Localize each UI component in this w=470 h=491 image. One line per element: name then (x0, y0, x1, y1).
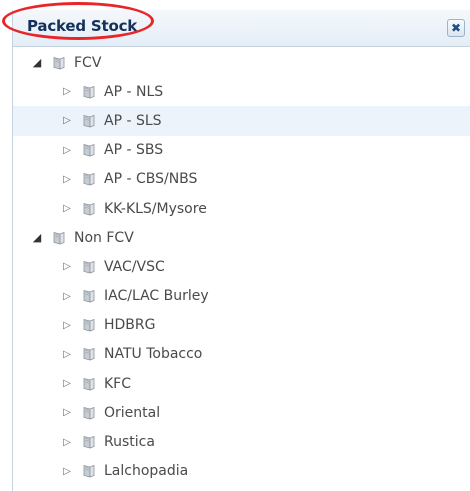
close-icon: ✖ (450, 21, 462, 35)
tree-node-ap-sls[interactable]: ▷ AP - SLS (13, 106, 470, 136)
collapsed-arrow-icon[interactable]: ▷ (61, 378, 73, 389)
folder-icon (82, 260, 96, 274)
collapsed-arrow-icon[interactable]: ▷ (61, 466, 73, 477)
tree-node-ap-cbs-nbs[interactable]: ▷ AP - CBS/NBS (13, 165, 470, 194)
collapsed-arrow-icon[interactable]: ▷ (61, 115, 73, 126)
tree-node-label: Rustica (104, 434, 155, 451)
folder-icon (82, 143, 96, 157)
folder-icon (52, 231, 66, 245)
tree-node-label: AP - SBS (104, 142, 164, 159)
folder-icon (82, 435, 96, 449)
tree-node-label: HDBRG (104, 317, 156, 334)
collapsed-arrow-icon[interactable]: ▷ (61, 145, 73, 156)
collapsed-arrow-icon[interactable]: ▷ (61, 291, 73, 302)
tree-node-fcv[interactable]: ◢ FCV (13, 48, 470, 77)
collapsed-arrow-icon[interactable]: ▷ (61, 437, 73, 448)
folder-icon (82, 114, 96, 128)
tree-node-hdbrg[interactable]: ▷ HDBRG (13, 311, 470, 340)
close-button[interactable]: ✖ (447, 19, 465, 37)
expanded-arrow-icon[interactable]: ◢ (31, 231, 43, 244)
collapsed-arrow-icon[interactable]: ▷ (61, 349, 73, 360)
folder-icon (82, 406, 96, 420)
panel-header: Packed Stock ✖ (13, 10, 470, 47)
folder-icon (82, 347, 96, 362)
tree-node-label: AP - CBS/NBS (104, 171, 198, 188)
folder-icon (82, 172, 96, 186)
tree-node-vac-vsc[interactable]: ▷ VAC/VSC (13, 252, 470, 281)
collapsed-arrow-icon[interactable]: ▷ (61, 261, 73, 272)
tree-node-label: AP - SLS (104, 112, 162, 129)
packed-stock-panel: Packed Stock ✖ ◢ FCV ▷ AP - NLS ▷ AP - SLS ▷ AP… (12, 10, 470, 491)
tree-node-natu-tobacco[interactable]: ▷ NATU Tobacco (13, 340, 470, 369)
tree-node-oriental[interactable]: ▷ Oriental (13, 398, 470, 427)
folder-icon (82, 202, 96, 216)
tree-node-label: NATU Tobacco (104, 346, 203, 363)
tree-node-ap-sbs[interactable]: ▷ AP - SBS (13, 136, 470, 165)
folder-icon (82, 464, 96, 478)
tree-node-label: IAC/LAC Burley (104, 288, 209, 305)
tree-node-label: AP - NLS (104, 83, 164, 100)
collapsed-arrow-icon[interactable]: ▷ (61, 203, 73, 214)
folder-icon (82, 318, 96, 332)
tree-node-non-fcv[interactable]: ◢ Non FCV (13, 223, 470, 252)
collapsed-arrow-icon[interactable]: ▷ (61, 407, 73, 418)
tree-node-motihari[interactable]: ▷Motihari (13, 486, 470, 491)
tree-node-label: KFC (104, 375, 132, 392)
folder-icon (82, 85, 96, 99)
tree-node-label: Lalchopadia (104, 463, 189, 480)
tree-node-label: KK-KLS/Mysore (104, 200, 207, 217)
collapsed-arrow-icon[interactable]: ▷ (61, 320, 73, 331)
tree-node-label: Oriental (104, 404, 161, 421)
panel-title: Packed Stock (27, 17, 138, 35)
folder-icon (52, 56, 66, 70)
collapsed-arrow-icon[interactable]: ▷ (61, 174, 73, 185)
tree-node-label: VAC/VSC (104, 258, 165, 275)
tree-node-rustica[interactable]: ▷ Rustica (13, 427, 470, 456)
tree-node-lalchopadia[interactable]: ▷ Lalchopadia (13, 457, 470, 486)
folder-icon (82, 289, 96, 303)
tree-node-kk-kls-mysore[interactable]: ▷ KK-KLS/Mysore (13, 194, 470, 223)
collapsed-arrow-icon[interactable]: ▷ (61, 86, 73, 97)
folder-icon (82, 377, 96, 391)
tree-node-kfc[interactable]: ▷ KFC (13, 369, 470, 398)
tree-node-iac-lac-burley[interactable]: ▷ IAC/LAC Burley (13, 282, 470, 311)
expanded-arrow-icon[interactable]: ◢ (31, 56, 43, 69)
tree-node-ap-nls[interactable]: ▷ AP - NLS (13, 77, 470, 106)
tree-node-label: Non FCV (74, 229, 134, 246)
stock-tree: ◢ FCV ▷ AP - NLS ▷ AP - SLS ▷ AP - SBS ▷ AP - CBS… (13, 48, 470, 491)
tree-node-label: FCV (74, 54, 102, 71)
